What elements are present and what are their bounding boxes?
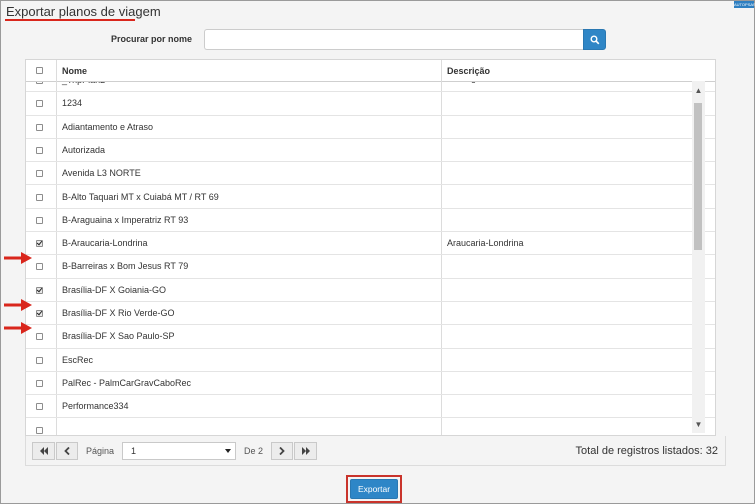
table-row[interactable]: B-Barreiras x Bom Jesus RT 79 — [26, 255, 715, 279]
row-checkbox[interactable] — [36, 123, 43, 131]
row-description: Plano de viagem para testes do Historico… — [447, 82, 702, 86]
search-input[interactable] — [204, 29, 583, 50]
table-row[interactable]: B-Araguaina x Imperatriz RT 93 — [26, 209, 715, 233]
arrow-right-icon — [4, 322, 32, 334]
table-row[interactable]: Performance334 — [26, 395, 715, 419]
row-checkbox[interactable] — [36, 403, 43, 411]
grid-scrollbar[interactable]: ▲ ▼ — [692, 81, 705, 433]
table-row[interactable]: PalRec - PalmCarGravCaboRec — [26, 372, 715, 396]
last-page-button[interactable] — [294, 442, 317, 460]
row-name: B-Barreiras x Bom Jesus RT 79 — [62, 261, 189, 272]
prev-page-button[interactable] — [56, 442, 78, 460]
row-name: 1234 — [62, 98, 83, 109]
double-chevron-left-icon — [39, 447, 48, 455]
table-row[interactable]: B-Araucaria-Londrina Araucaria-Londrina — [26, 232, 715, 256]
row-name: Autorizada — [62, 144, 106, 155]
row-checkbox[interactable] — [36, 170, 43, 178]
row-name: Adiantamento e Atraso — [62, 121, 154, 132]
row-checkbox[interactable] — [36, 216, 43, 224]
row-description: Araucaria-Londrina — [447, 238, 524, 249]
select-all-checkbox[interactable] — [36, 67, 43, 74]
row-name: EscRec — [62, 354, 94, 365]
double-chevron-right-icon — [301, 447, 310, 455]
row-name: _TripPlan2 — [62, 82, 105, 92]
table-row[interactable]: Brasília-DF X Goiania-GO — [26, 279, 715, 302]
table-row[interactable]: B-Alto Taquari MT x Cuiabá MT / RT 69 — [26, 186, 715, 209]
total-records: Total de registros listados: 32 — [575, 445, 718, 457]
row-checkbox[interactable] — [36, 146, 43, 154]
first-page-button[interactable] — [32, 442, 55, 460]
table-row[interactable]: Adiantamento e Atraso — [26, 116, 715, 139]
chevron-right-icon — [279, 447, 285, 455]
search-label: Procurar por nome — [111, 34, 193, 44]
column-header-description[interactable]: Descrição — [447, 60, 490, 82]
scroll-down-icon[interactable]: ▼ — [692, 419, 705, 431]
search-icon — [590, 35, 599, 44]
row-name: PalRec - PalmCarGravCaboRec — [62, 377, 192, 388]
grid-header: Nome Descrição — [26, 60, 715, 82]
row-checkbox[interactable] — [36, 356, 43, 364]
scroll-thumb[interactable] — [694, 103, 702, 250]
dialog-title: Exportar planos de viagem — [6, 4, 161, 19]
row-name: Brasília-DF X Goiania-GO — [62, 284, 167, 295]
page-select-value: 1 — [131, 446, 137, 456]
row-checkbox[interactable] — [36, 240, 43, 248]
row-name: Brasília-DF X Rio Verde-GO — [62, 308, 175, 318]
row-checkbox[interactable] — [36, 82, 43, 84]
arrow-right-icon — [4, 299, 32, 311]
next-page-button[interactable] — [271, 442, 293, 460]
table-row[interactable]: 1234 — [26, 92, 715, 116]
corner-badge: AUTOPSAS — [734, 1, 755, 8]
row-name: B-Araucaria-Londrina — [62, 238, 148, 249]
row-checkbox[interactable] — [36, 263, 43, 271]
title-highlight — [5, 19, 135, 21]
table-row[interactable]: Autorizada — [26, 139, 715, 163]
row-name: Avenida L3 NORTE — [62, 168, 141, 179]
row-checkbox[interactable] — [36, 100, 43, 108]
table-row[interactable]: Brasília-DF X Rio Verde-GO — [26, 302, 715, 326]
column-header-name[interactable]: Nome — [62, 60, 87, 82]
row-checkbox[interactable] — [36, 426, 43, 434]
page-count-label: De 2 — [244, 446, 264, 456]
arrow-right-icon — [4, 252, 32, 264]
grid-rows: _TripPlan2 Plano de viagem para testes do… — [26, 82, 715, 436]
row-checkbox[interactable] — [36, 333, 43, 341]
pager-bar: Página 1 De 2 Total de registros listado… — [25, 436, 726, 466]
row-name: B-Araguaina x Imperatriz RT 93 — [62, 214, 189, 225]
row-name: B-Alto Taquari MT x Cuiabá MT / RT 69 — [62, 191, 219, 202]
page-label: Página — [86, 446, 115, 456]
plans-grid: Nome Descrição _TripPlan2 Plano de viagem… — [25, 59, 716, 436]
export-button[interactable]: Exportar — [350, 479, 398, 499]
row-name: Brasília-DF X Sao Paulo-SP — [62, 331, 175, 342]
chevron-down-icon — [225, 449, 231, 453]
page-select[interactable]: 1 — [122, 442, 236, 460]
scroll-up-icon[interactable]: ▲ — [692, 85, 705, 97]
table-row[interactable]: Avenida L3 NORTE — [26, 162, 715, 186]
table-row[interactable]: _TripPlan2 Plano de viagem para testes do… — [26, 82, 715, 93]
row-name: Performance334 — [62, 401, 129, 412]
row-checkbox[interactable] — [36, 286, 43, 294]
row-checkbox[interactable] — [36, 193, 43, 201]
chevron-left-icon — [64, 447, 70, 455]
search-button[interactable] — [583, 29, 606, 50]
table-row[interactable]: Brasília-DF X Sao Paulo-SP — [26, 325, 715, 349]
export-dialog: Exportar planos de viagem AUTOPSAS Procu… — [0, 0, 755, 504]
row-checkbox[interactable] — [36, 310, 43, 317]
table-row[interactable]: EscRec — [26, 349, 715, 372]
row-checkbox[interactable] — [36, 379, 43, 387]
table-row[interactable] — [26, 419, 715, 436]
